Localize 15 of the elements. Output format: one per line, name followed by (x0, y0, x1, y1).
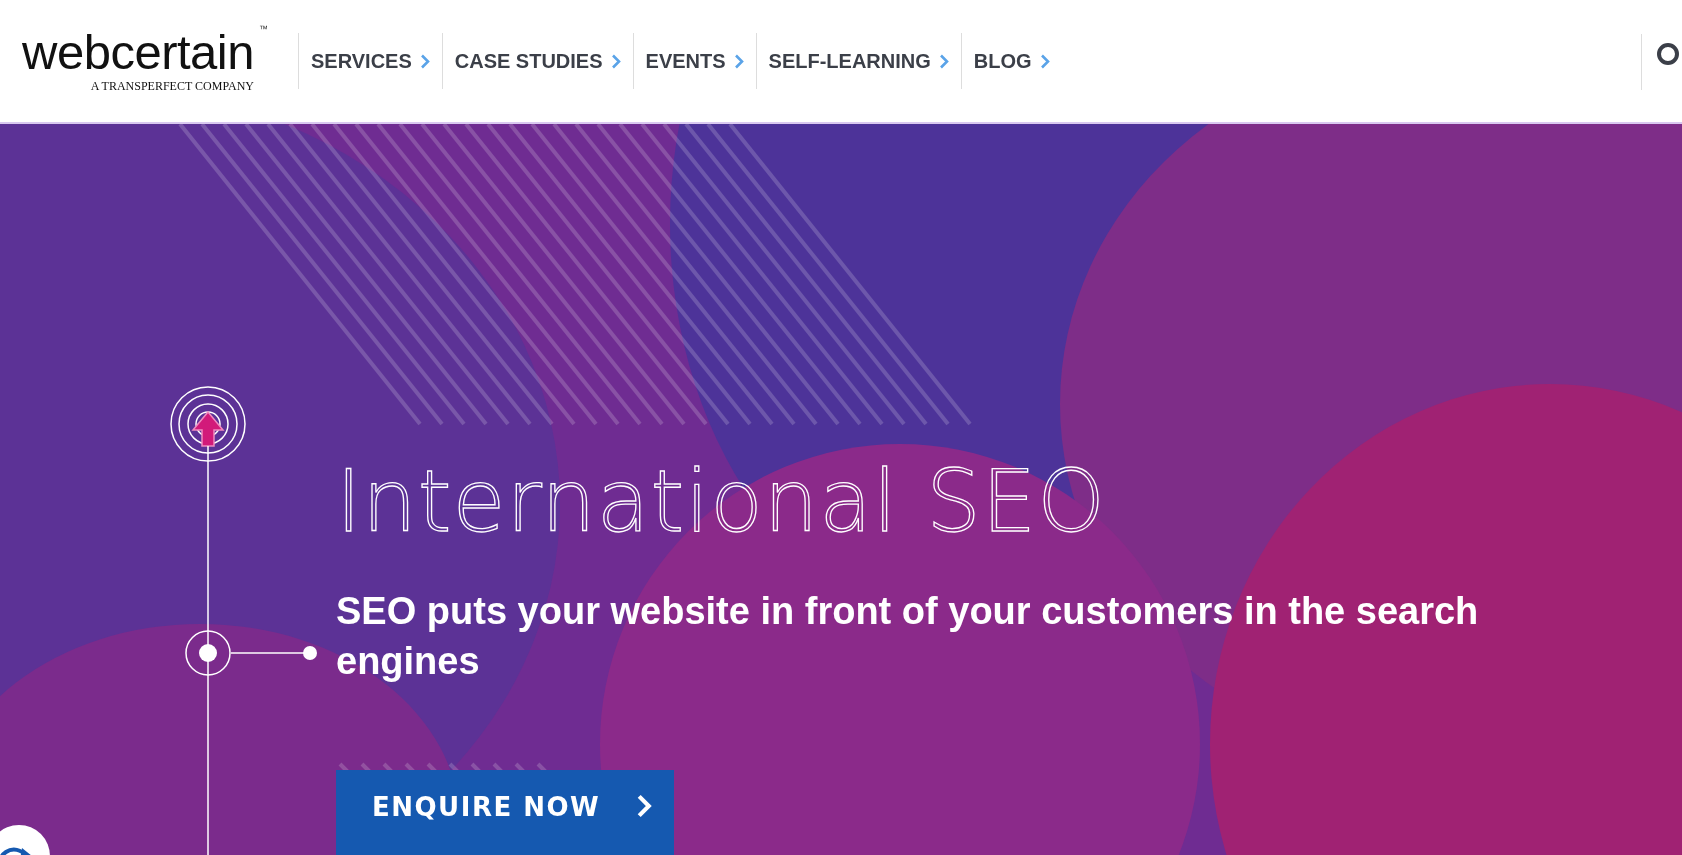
hero-subtitle: SEO puts your website in front of your customers in the search engines (336, 589, 1480, 684)
chevron-icon (419, 52, 430, 70)
logo-tagline: A TRANSPERFECT COMPANY (90, 79, 254, 94)
nav-item[interactable]: BLOG (960, 33, 1062, 89)
chevron-icon (733, 52, 744, 70)
chevron-icon (636, 792, 653, 820)
enquire-button[interactable]: ENQUIRE NOW (336, 770, 674, 855)
nav-item[interactable]: SERVICES (297, 33, 442, 89)
nav-item[interactable]: SELF-LEARNING (755, 33, 961, 89)
chevron-icon (1039, 52, 1050, 70)
chevron-icon (610, 52, 621, 70)
hero-title: International SEO (336, 458, 1106, 544)
nav-item[interactable]: CASE STUDIES (441, 33, 633, 89)
nav-item[interactable]: EVENTS (632, 33, 756, 89)
chevron-icon (938, 52, 949, 70)
